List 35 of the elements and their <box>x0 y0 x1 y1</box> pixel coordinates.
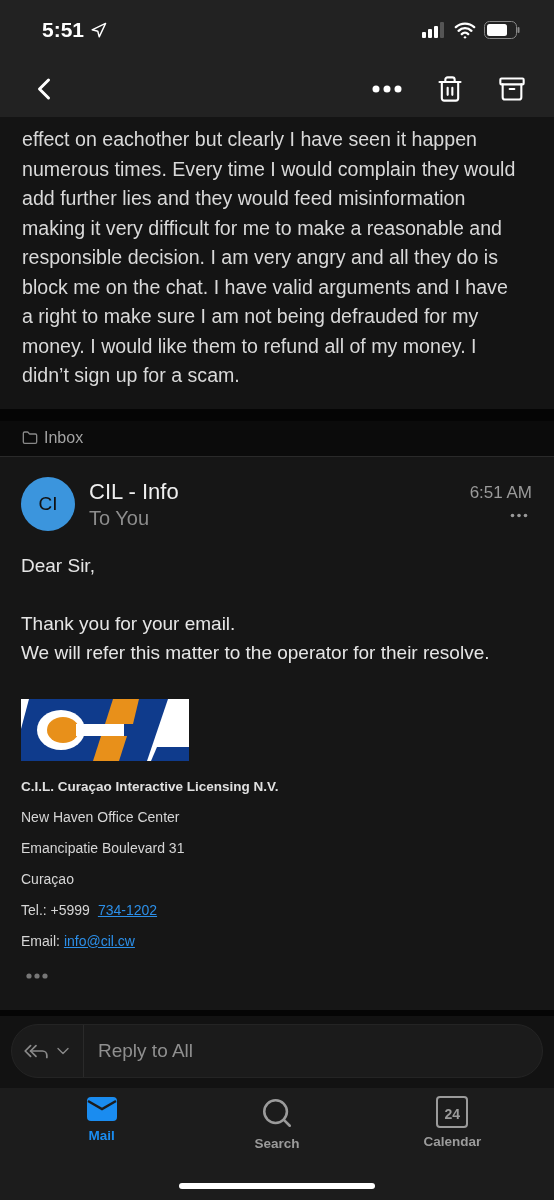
greeting-text: Dear Sir, <box>21 553 96 578</box>
calendar-icon: 24 <box>436 1096 469 1128</box>
delete-button[interactable] <box>436 74 464 103</box>
phone-label: Tel.: +5999 <box>21 901 90 918</box>
email-link[interactable]: info@cil.cw <box>63 932 135 949</box>
phone-link[interactable]: 734-1202 <box>97 901 158 918</box>
more-button[interactable] <box>372 84 402 93</box>
search-icon <box>260 1096 294 1130</box>
archive-button[interactable] <box>498 74 526 103</box>
tab-bar-item[interactable]: Mail <box>46 1096 157 1151</box>
wifi-icon <box>454 19 476 41</box>
body-text: We will refer this matter to the operator for their resolve. <box>21 640 490 665</box>
location-icon <box>90 21 108 39</box>
message-more-button[interactable] <box>510 512 528 518</box>
tab-bar-item[interactable]: 24 Calendar <box>397 1096 508 1151</box>
reply-field[interactable]: Reply to All <box>11 1024 543 1078</box>
status-time: 5:51 <box>42 18 85 42</box>
body-text: Thank you for your email. <box>21 611 236 636</box>
folder-icon <box>22 430 38 446</box>
ellipsis-icon <box>26 972 48 979</box>
recipient-label: To You <box>89 506 150 530</box>
folder-label: Inbox <box>44 429 84 447</box>
email-label: Email: <box>21 932 60 949</box>
sender-avatar: CI <box>21 476 75 531</box>
message-text: effect on eachother but clearly I have seen it happen numerous times. Every time I would complain they would add further lies and they would feed misinformation making it very difficult for me to make a reasonable and responsible decision. I am very angry and all they do is block me on the chat. I have valid arguments and I have a right to make sure I am not being defrauded for my money. I would like them to refund all of my money. I didn’t sign up for a scam. <box>22 127 517 388</box>
company-name: C.I.L. Curaçao Interactive Licensing N.V. <box>21 778 280 794</box>
tab-bar-item[interactable]: Search <box>222 1096 332 1151</box>
sender-name: CIL - Info <box>89 478 179 505</box>
mail-icon <box>85 1096 118 1122</box>
address-line: Curaçao <box>21 870 75 887</box>
address-line: Emancipatie Boulevard 31 <box>21 839 186 856</box>
message-time: 6:51 AM <box>469 482 532 503</box>
battery-icon <box>484 21 520 39</box>
signal-icon <box>422 22 446 38</box>
address-line: New Haven Office Center <box>21 808 181 825</box>
